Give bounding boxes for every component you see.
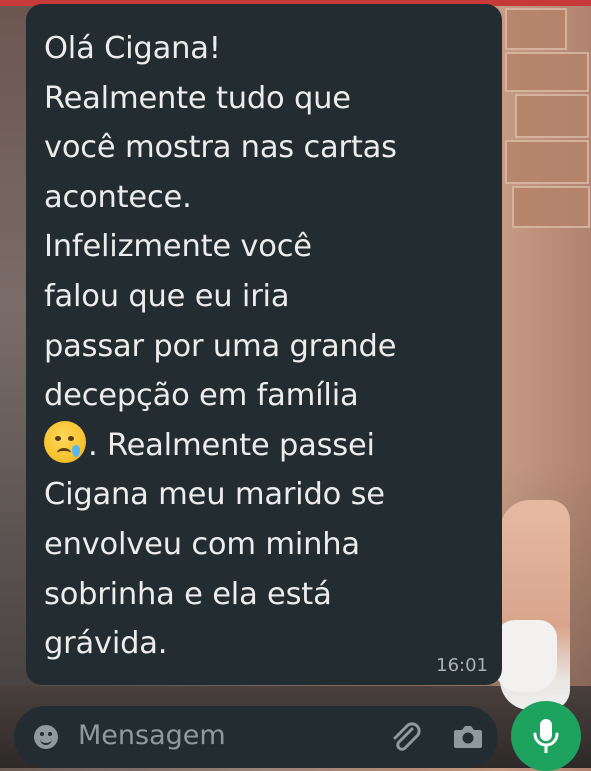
message-line: Cigana meu marido se xyxy=(44,477,385,513)
wallpaper-brick xyxy=(505,52,589,92)
crying-face-icon xyxy=(44,420,86,463)
message-line: Infelizmente você xyxy=(44,229,312,265)
paperclip-icon[interactable] xyxy=(388,720,424,756)
wallpaper-brick xyxy=(515,94,589,138)
message-composer[interactable]: Mensagem xyxy=(14,706,498,768)
message-bubble[interactable]: Olá Cigana! Realmente tudo que você most… xyxy=(26,4,502,685)
message-line: falou que eu iria xyxy=(44,278,290,314)
microphone-button[interactable] xyxy=(511,701,581,771)
message-line-with-emoji: . Realmente passei xyxy=(44,420,484,471)
microphone-icon xyxy=(533,719,559,753)
emoji-icon[interactable] xyxy=(34,725,58,749)
message-line: acontece. xyxy=(44,179,192,215)
message-line: grávida. xyxy=(44,626,168,662)
message-timestamp: 16:01 xyxy=(436,655,488,676)
message-line: você mostra nas cartas xyxy=(44,130,397,166)
message-line: passar por uma grande xyxy=(44,328,397,364)
camera-icon[interactable] xyxy=(453,724,483,750)
wallpaper-brick xyxy=(505,8,567,50)
message-line: decepção em família xyxy=(44,378,359,414)
message-emoji-line-text: . Realmente passei xyxy=(88,427,375,463)
message-line: sobrinha e ela está xyxy=(44,576,332,612)
message-line: envolveu com minha xyxy=(44,526,360,562)
message-input[interactable]: Mensagem xyxy=(78,720,226,751)
wallpaper-shoe xyxy=(495,620,557,692)
wallpaper-brick xyxy=(505,140,589,184)
message-line: Olá Cigana! xyxy=(44,31,221,66)
wallpaper-brick xyxy=(512,186,590,228)
message-line: Realmente tudo que xyxy=(44,80,351,116)
